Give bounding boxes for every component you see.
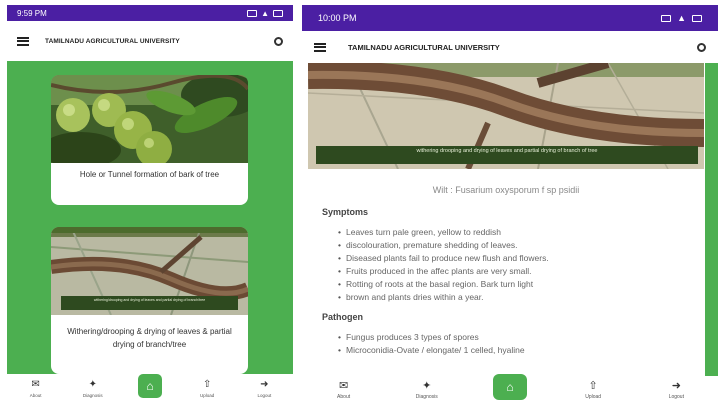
mail-icon: ✉ [31, 379, 40, 390]
notification-icon [661, 14, 672, 22]
disease-name: Wilt : Fusarium oxysporum f sp psidii [432, 185, 580, 195]
settings-gear-icon[interactable] [274, 36, 283, 46]
nav-upload[interactable]: ⇧ Upload [568, 379, 618, 400]
status-time: 10:00 PM [318, 13, 357, 23]
nav-label: Logout [257, 393, 272, 398]
symptom-card-hole-tunnel[interactable]: Hole or Tunnel formation of bark of tree [51, 75, 248, 205]
card-title: Withering/drooping & drying of leaves & … [67, 327, 232, 349]
nav-label: Diagnosis [415, 393, 438, 400]
symptom-text: Diseased plants fail to produce new flus… [346, 253, 549, 263]
bottom-navigation: ✉ About ✦ Diagnosis ⌂ ⇧ Upload ➜ Logout [302, 374, 718, 404]
mail-icon: ✉ [338, 379, 349, 392]
status-bar: 9:59 PM ▲ [7, 5, 293, 21]
symptom-line: Rotting of roots at the basal region. Ba… [338, 278, 694, 291]
symptoms-heading: Symptoms [322, 207, 369, 217]
upload-icon: ⇧ [588, 379, 598, 392]
logout-icon: ➜ [260, 379, 269, 390]
nav-label: Logout [668, 393, 684, 400]
nav-home[interactable]: ⌂ [125, 374, 175, 398]
symptom-line: Fruits produced in the affec plants are … [338, 265, 694, 278]
logout-icon: ➜ [671, 379, 681, 392]
bottom-navigation: ✉ About ✦ Diagnosis ⌂ ⇧ Upload ➜ Logout [7, 374, 293, 404]
pathogen-item: Microconidia-Ovate / elongate/ 1 celled,… [338, 344, 694, 357]
menu-icon[interactable] [17, 36, 29, 46]
nav-upload[interactable]: ⇧ Upload [182, 379, 232, 399]
nav-home[interactable]: ⌂ [485, 374, 535, 400]
nav-about[interactable]: ✉ About [319, 379, 369, 400]
app-bar: TAMILNADU AGRICULTURAL UNIVERSITY [302, 31, 718, 63]
system-icons: ▲ [247, 9, 283, 18]
phone-screen-detail: 10:00 PM ▲ TAMILNADU AGRICULTURAL UNIVER… [302, 5, 718, 404]
notification-icon [247, 9, 258, 17]
symptom-card-withering[interactable]: withering/drooping and drying of leaves … [51, 227, 248, 374]
symptom-line: Leaves turn pale green, yellow to reddis… [338, 226, 694, 239]
system-icons: ▲ [661, 13, 702, 23]
card-title: Hole or Tunnel formation of bark of tree [79, 170, 220, 179]
symptoms-list: Leaves turn pale green, yellow to reddis… [338, 226, 694, 304]
wilted-branch-photo: withering/drooping and drying of leaves … [51, 227, 248, 315]
menu-icon[interactable] [314, 42, 326, 52]
pathogen-list: Fungus produces 3 types of spores Microc… [338, 331, 694, 357]
symptom-line: brown and plants dries within a year. [338, 291, 694, 304]
battery-icon [692, 14, 702, 22]
screenshot-stage: 9:59 PM ▲ TAMILNADU AGRICULTURAL UNIVERS… [0, 0, 718, 404]
battery-icon [273, 9, 283, 17]
guava-fruit-photo [51, 75, 248, 163]
disease-details: Wilt : Fusarium oxysporum f sp psidii Sy… [308, 169, 704, 381]
nav-diagnosis[interactable]: ✦ Diagnosis [402, 379, 452, 400]
app-title: TAMILNADU AGRICULTURAL UNIVERSITY [348, 42, 500, 52]
nav-label: About [337, 393, 351, 400]
phone-screen-list: 9:59 PM ▲ TAMILNADU AGRICULTURAL UNIVERS… [7, 5, 293, 404]
nav-label: Diagnosis [82, 393, 103, 398]
symptom-text: Fruits produced in the affec plants are … [346, 266, 532, 276]
app-title: TAMILNADU AGRICULTURAL UNIVERSITY [45, 37, 180, 45]
nav-label: Upload [200, 393, 215, 398]
symptom-text: brown and plants dries within a year. [346, 292, 484, 302]
image-caption-overlay: withering/drooping and drying of leaves … [61, 296, 238, 310]
signal-icon: ▲ [677, 13, 686, 23]
nav-logout[interactable]: ➜ Logout [651, 379, 701, 400]
pathogen-heading: Pathogen [322, 312, 364, 322]
pathogen-item: Fungus produces 3 types of spores [338, 331, 694, 344]
symptom-line: discolouration, premature shedding of le… [338, 239, 694, 252]
status-time: 9:59 PM [17, 8, 47, 18]
symptom-text: discolouration, premature shedding of le… [346, 240, 518, 250]
home-icon: ⌂ [137, 374, 162, 398]
upload-icon: ⇧ [202, 379, 212, 390]
home-icon: ⌂ [492, 374, 527, 400]
nav-about[interactable]: ✉ About [11, 379, 61, 399]
sprout-icon: ✦ [88, 379, 97, 390]
nav-logout[interactable]: ➜ Logout [239, 379, 289, 399]
image-caption-overlay: withering drooping and drying of leaves … [316, 146, 698, 164]
nav-label: About [29, 393, 42, 398]
symptom-text: Rotting of roots at the basal region. Ba… [346, 279, 534, 289]
signal-icon: ▲ [261, 8, 269, 18]
symptom-line: Diseased plants fail to produce new flus… [338, 252, 694, 265]
app-bar: TAMILNADU AGRICULTURAL UNIVERSITY [7, 21, 293, 61]
nav-diagnosis[interactable]: ✦ Diagnosis [68, 379, 118, 399]
nav-label: Upload [585, 393, 602, 400]
sprout-icon: ✦ [422, 379, 432, 392]
green-side-strip [705, 63, 718, 381]
status-bar: 10:00 PM ▲ [302, 5, 718, 31]
settings-gear-icon[interactable] [697, 42, 706, 52]
